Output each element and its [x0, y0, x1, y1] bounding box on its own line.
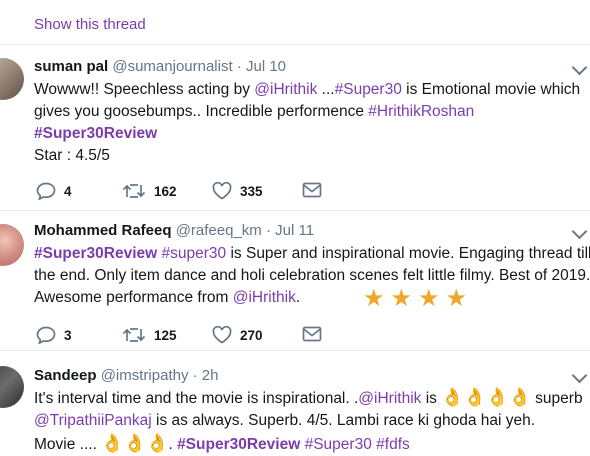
direct-message-button[interactable]: [302, 326, 322, 342]
hashtag-link[interactable]: #super30: [162, 245, 227, 262]
separator: ·: [265, 222, 271, 239]
chevron-down-icon[interactable]: [571, 367, 588, 384]
hashtag-link[interactable]: #Super30Review: [34, 245, 157, 262]
timestamp[interactable]: Jul 10: [246, 58, 286, 75]
reply-icon: [36, 182, 56, 200]
separator: ·: [192, 367, 198, 384]
chevron-down-icon[interactable]: [571, 223, 588, 240]
hashtag-link[interactable]: #Super30: [305, 436, 372, 453]
retweet-icon: [122, 328, 146, 342]
tweet-text: #Super30Review #super30 is Super and ins…: [34, 245, 590, 306]
avatar[interactable]: [0, 366, 24, 408]
ok-hand-emoji-group: 👌👌👌: [101, 433, 169, 453]
dm-icon: [302, 182, 322, 198]
direct-message-button[interactable]: [302, 182, 322, 198]
author-name[interactable]: Sandeep: [34, 367, 97, 384]
retweet-button[interactable]: 125: [122, 326, 177, 344]
timestamp[interactable]: Jul 11: [275, 222, 314, 239]
author-handle[interactable]: @imstripathy: [101, 367, 189, 384]
author-handle[interactable]: @rafeeq_km: [176, 222, 262, 239]
avatar[interactable]: [0, 224, 24, 266]
tweet-suman-pal[interactable]: suman pal @sumanjournalist · Jul 10 Woww…: [0, 44, 590, 210]
star-emoji-group: ★★★★: [363, 285, 474, 312]
separator: ·: [236, 58, 242, 75]
mention-link[interactable]: @TripathiiPankaj: [34, 412, 152, 429]
tweet-mohammed-rafeeq[interactable]: Mohammed Rafeeq @rafeeq_km · Jul 11 #Sup…: [0, 210, 590, 350]
tweet-header: Mohammed Rafeeq @rafeeq_km · Jul 11: [34, 222, 314, 239]
reply-button[interactable]: 3: [36, 326, 72, 344]
tweet-text: It's interval time and the movie is insp…: [34, 387, 583, 453]
hashtag-link[interactable]: #fdfs: [376, 436, 410, 453]
mention-link[interactable]: @iHrithik: [254, 81, 317, 98]
tweet-sandeep[interactable]: Sandeep @imstripathy · 2h It's interval …: [0, 350, 590, 453]
show-this-thread-link[interactable]: Show this thread: [34, 16, 146, 33]
tweet-text: Wowww!! Speechless acting by @iHrithik .…: [34, 81, 581, 164]
timestamp[interactable]: 2h: [202, 367, 219, 384]
like-icon: [212, 326, 232, 344]
author-name[interactable]: suman pal: [34, 58, 108, 75]
avatar[interactable]: [0, 58, 24, 100]
dm-icon: [302, 326, 322, 342]
author-name[interactable]: Mohammed Rafeeq: [34, 222, 172, 239]
retweet-button[interactable]: 162: [122, 182, 177, 200]
hashtag-link[interactable]: #Super30Review: [177, 436, 300, 453]
tweet-header: suman pal @sumanjournalist · Jul 10: [34, 58, 286, 75]
like-button[interactable]: 270: [212, 326, 263, 344]
ok-hand-emoji-group: 👌👌👌👌: [441, 387, 531, 407]
retweet-icon: [122, 184, 146, 198]
hashtag-link[interactable]: #HrithikRoshan: [368, 103, 474, 120]
tweet-header: Sandeep @imstripathy · 2h: [34, 367, 218, 384]
reply-button[interactable]: 4: [36, 182, 72, 200]
author-handle[interactable]: @sumanjournalist: [112, 58, 232, 75]
like-button[interactable]: 335: [212, 182, 263, 200]
mention-link[interactable]: @iHrithik: [358, 390, 421, 407]
hashtag-link[interactable]: #Super30Review: [34, 125, 157, 142]
like-icon: [212, 182, 232, 200]
reply-icon: [36, 326, 56, 344]
chevron-down-icon[interactable]: [571, 59, 588, 76]
mention-link[interactable]: @iHrithik: [233, 289, 296, 306]
hashtag-link[interactable]: #Super30: [335, 81, 402, 98]
